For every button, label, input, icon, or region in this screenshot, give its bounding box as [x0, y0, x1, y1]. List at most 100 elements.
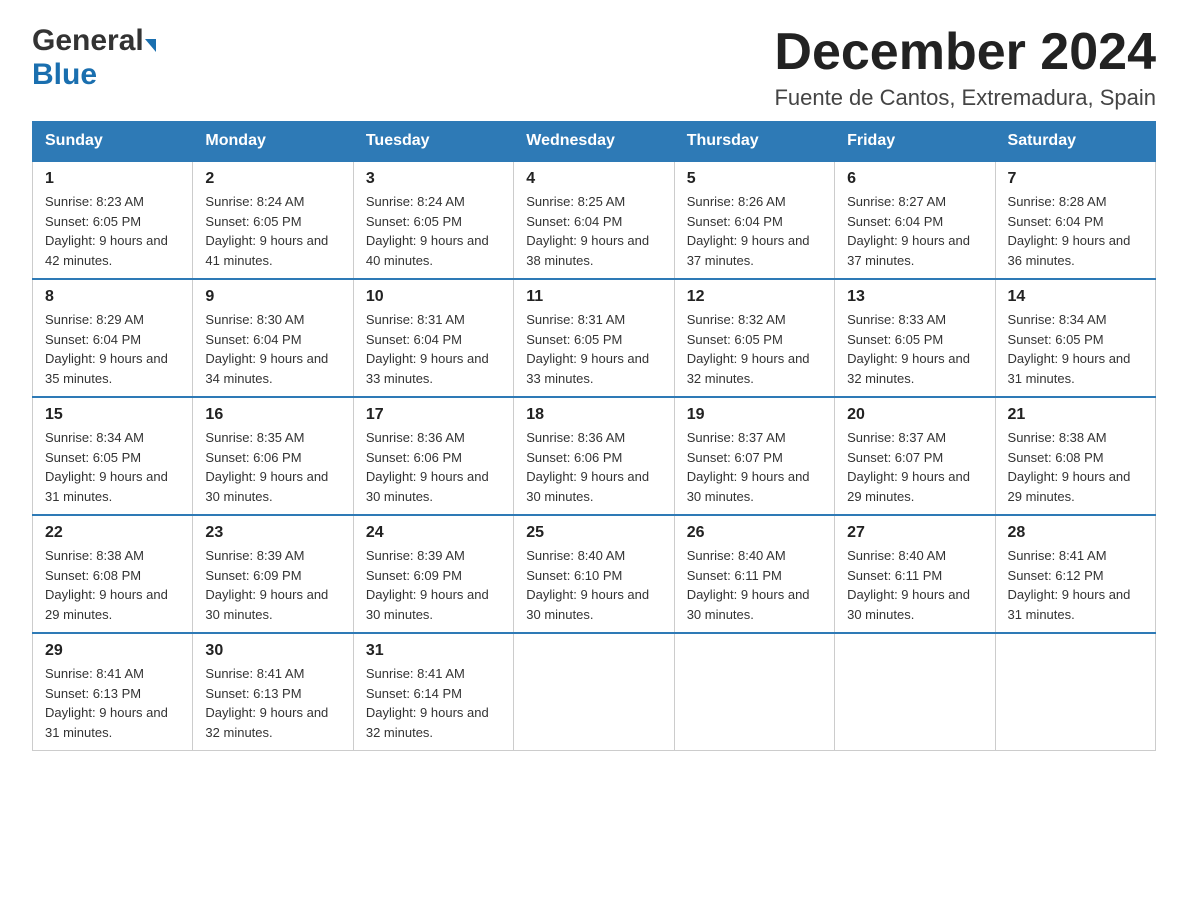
- week-row-2: 8Sunrise: 8:29 AMSunset: 6:04 PMDaylight…: [33, 279, 1156, 397]
- day-number: 2: [205, 170, 340, 188]
- day-cell: 2Sunrise: 8:24 AMSunset: 6:05 PMDaylight…: [193, 161, 353, 279]
- day-cell: 16 Sunrise: 8:35 AMSunset: 6:06 PMDayligh…: [193, 397, 353, 515]
- day-cell: 1 Sunrise: 8:23 AMSunset: 6:05 PMDaylight…: [33, 161, 193, 279]
- day-number: 26: [687, 524, 822, 542]
- day-info: Sunrise: 8:34 AMSunset: 6:05 PMDaylight:…: [45, 428, 180, 506]
- day-info: Sunrise: 8:33 AMSunset: 6:05 PMDaylight:…: [847, 310, 982, 388]
- weekday-header-sunday: Sunday: [33, 122, 193, 162]
- day-info: Sunrise: 8:38 AMSunset: 6:08 PMDaylight:…: [1008, 428, 1143, 506]
- day-cell: [835, 633, 995, 751]
- day-info: Sunrise: 8:37 AMSunset: 6:07 PMDaylight:…: [687, 428, 822, 506]
- day-number: 20: [847, 406, 982, 424]
- day-number: 6: [847, 170, 982, 188]
- day-number: 21: [1008, 406, 1143, 424]
- day-info: Sunrise: 8:31 AMSunset: 6:05 PMDaylight:…: [526, 310, 661, 388]
- day-info: Sunrise: 8:36 AMSunset: 6:06 PMDaylight:…: [366, 428, 501, 506]
- day-number: 30: [205, 642, 340, 660]
- day-info: Sunrise: 8:34 AMSunset: 6:05 PMDaylight:…: [1008, 310, 1143, 388]
- day-cell: [995, 633, 1155, 751]
- day-number: 11: [526, 288, 661, 306]
- day-cell: 28 Sunrise: 8:41 AMSunset: 6:12 PMDayligh…: [995, 515, 1155, 633]
- day-cell: 10Sunrise: 8:31 AMSunset: 6:04 PMDayligh…: [353, 279, 513, 397]
- day-info: Sunrise: 8:41 AMSunset: 6:12 PMDaylight:…: [1008, 546, 1143, 624]
- logo-blue-text: Blue: [32, 58, 97, 92]
- day-info: Sunrise: 8:39 AMSunset: 6:09 PMDaylight:…: [366, 546, 501, 624]
- day-info: Sunrise: 8:25 AMSunset: 6:04 PMDaylight:…: [526, 192, 661, 270]
- day-number: 29: [45, 642, 180, 660]
- day-cell: 7 Sunrise: 8:28 AMSunset: 6:04 PMDaylight…: [995, 161, 1155, 279]
- day-number: 25: [526, 524, 661, 542]
- day-cell: 26 Sunrise: 8:40 AMSunset: 6:11 PMDayligh…: [674, 515, 834, 633]
- day-info: Sunrise: 8:41 AMSunset: 6:13 PMDaylight:…: [205, 664, 340, 742]
- day-number: 5: [687, 170, 822, 188]
- day-number: 27: [847, 524, 982, 542]
- day-info: Sunrise: 8:28 AMSunset: 6:04 PMDaylight:…: [1008, 192, 1143, 270]
- day-info: Sunrise: 8:38 AMSunset: 6:08 PMDaylight:…: [45, 546, 180, 624]
- day-info: Sunrise: 8:23 AMSunset: 6:05 PMDaylight:…: [45, 192, 180, 270]
- day-info: Sunrise: 8:40 AMSunset: 6:11 PMDaylight:…: [687, 546, 822, 624]
- day-info: Sunrise: 8:27 AMSunset: 6:04 PMDaylight:…: [847, 192, 982, 270]
- logo-triangle-icon: [145, 39, 156, 52]
- day-number: 10: [366, 288, 501, 306]
- day-info: Sunrise: 8:30 AMSunset: 6:04 PMDaylight:…: [205, 310, 340, 388]
- day-number: 22: [45, 524, 180, 542]
- weekday-header-tuesday: Tuesday: [353, 122, 513, 162]
- day-cell: 25 Sunrise: 8:40 AMSunset: 6:10 PMDayligh…: [514, 515, 674, 633]
- day-number: 14: [1008, 288, 1143, 306]
- day-cell: 4 Sunrise: 8:25 AMSunset: 6:04 PMDaylight…: [514, 161, 674, 279]
- day-number: 7: [1008, 170, 1143, 188]
- day-cell: 5 Sunrise: 8:26 AMSunset: 6:04 PMDaylight…: [674, 161, 834, 279]
- day-cell: 30 Sunrise: 8:41 AMSunset: 6:13 PMDayligh…: [193, 633, 353, 751]
- day-cell: 9 Sunrise: 8:30 AMSunset: 6:04 PMDaylight…: [193, 279, 353, 397]
- calendar-table: SundayMondayTuesdayWednesdayThursdayFrid…: [32, 121, 1156, 751]
- day-cell: 8Sunrise: 8:29 AMSunset: 6:04 PMDaylight…: [33, 279, 193, 397]
- day-cell: 21 Sunrise: 8:38 AMSunset: 6:08 PMDayligh…: [995, 397, 1155, 515]
- day-cell: 15 Sunrise: 8:34 AMSunset: 6:05 PMDayligh…: [33, 397, 193, 515]
- day-info: Sunrise: 8:37 AMSunset: 6:07 PMDaylight:…: [847, 428, 982, 506]
- day-cell: 18 Sunrise: 8:36 AMSunset: 6:06 PMDayligh…: [514, 397, 674, 515]
- day-cell: 17 Sunrise: 8:36 AMSunset: 6:06 PMDayligh…: [353, 397, 513, 515]
- day-info: Sunrise: 8:39 AMSunset: 6:09 PMDaylight:…: [205, 546, 340, 624]
- day-number: 19: [687, 406, 822, 424]
- weekday-header-row: SundayMondayTuesdayWednesdayThursdayFrid…: [33, 122, 1156, 162]
- week-row-5: 29 Sunrise: 8:41 AMSunset: 6:13 PMDayligh…: [33, 633, 1156, 751]
- day-cell: 31 Sunrise: 8:41 AMSunset: 6:14 PMDayligh…: [353, 633, 513, 751]
- week-row-4: 22 Sunrise: 8:38 AMSunset: 6:08 PMDayligh…: [33, 515, 1156, 633]
- day-info: Sunrise: 8:26 AMSunset: 6:04 PMDaylight:…: [687, 192, 822, 270]
- day-number: 4: [526, 170, 661, 188]
- day-cell: 14 Sunrise: 8:34 AMSunset: 6:05 PMDayligh…: [995, 279, 1155, 397]
- day-info: Sunrise: 8:24 AMSunset: 6:05 PMDaylight:…: [366, 192, 501, 270]
- day-info: Sunrise: 8:36 AMSunset: 6:06 PMDaylight:…: [526, 428, 661, 506]
- day-info: Sunrise: 8:40 AMSunset: 6:10 PMDaylight:…: [526, 546, 661, 624]
- day-number: 16: [205, 406, 340, 424]
- day-number: 28: [1008, 524, 1143, 542]
- day-number: 1: [45, 170, 180, 188]
- day-number: 12: [687, 288, 822, 306]
- day-cell: 11 Sunrise: 8:31 AMSunset: 6:05 PMDayligh…: [514, 279, 674, 397]
- week-row-1: 1 Sunrise: 8:23 AMSunset: 6:05 PMDaylight…: [33, 161, 1156, 279]
- day-cell: [674, 633, 834, 751]
- day-number: 17: [366, 406, 501, 424]
- day-cell: 22 Sunrise: 8:38 AMSunset: 6:08 PMDayligh…: [33, 515, 193, 633]
- day-number: 15: [45, 406, 180, 424]
- day-cell: 6 Sunrise: 8:27 AMSunset: 6:04 PMDaylight…: [835, 161, 995, 279]
- day-cell: 12 Sunrise: 8:32 AMSunset: 6:05 PMDayligh…: [674, 279, 834, 397]
- day-info: Sunrise: 8:41 AMSunset: 6:13 PMDaylight:…: [45, 664, 180, 742]
- day-cell: 29 Sunrise: 8:41 AMSunset: 6:13 PMDayligh…: [33, 633, 193, 751]
- weekday-header-monday: Monday: [193, 122, 353, 162]
- day-cell: 13Sunrise: 8:33 AMSunset: 6:05 PMDayligh…: [835, 279, 995, 397]
- day-number: 23: [205, 524, 340, 542]
- day-info: Sunrise: 8:41 AMSunset: 6:14 PMDaylight:…: [366, 664, 501, 742]
- day-number: 9: [205, 288, 340, 306]
- logo-general-text: General: [32, 24, 144, 58]
- day-info: Sunrise: 8:32 AMSunset: 6:05 PMDaylight:…: [687, 310, 822, 388]
- logo: General Blue: [32, 24, 156, 92]
- day-number: 31: [366, 642, 501, 660]
- day-cell: 19 Sunrise: 8:37 AMSunset: 6:07 PMDayligh…: [674, 397, 834, 515]
- day-number: 18: [526, 406, 661, 424]
- day-info: Sunrise: 8:35 AMSunset: 6:06 PMDaylight:…: [205, 428, 340, 506]
- day-cell: 20 Sunrise: 8:37 AMSunset: 6:07 PMDayligh…: [835, 397, 995, 515]
- location-subtitle: Fuente de Cantos, Extremadura, Spain: [774, 85, 1156, 111]
- week-row-3: 15 Sunrise: 8:34 AMSunset: 6:05 PMDayligh…: [33, 397, 1156, 515]
- day-cell: 24Sunrise: 8:39 AMSunset: 6:09 PMDayligh…: [353, 515, 513, 633]
